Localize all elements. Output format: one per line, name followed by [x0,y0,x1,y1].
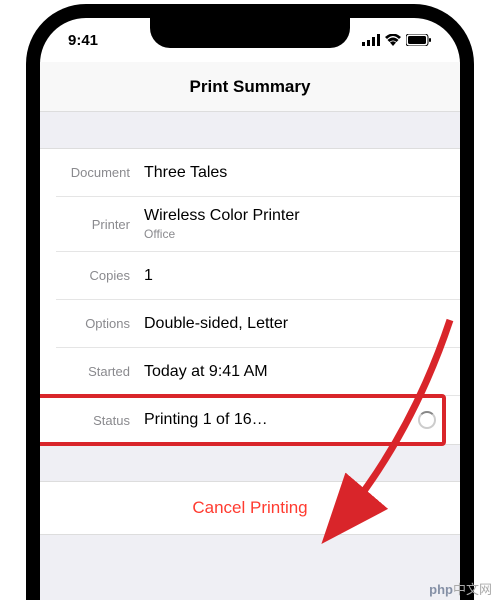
label-copies: Copies [56,268,144,283]
value-printer-wrap: Wireless Color Printer Office [144,207,300,241]
watermark: php中文网 [429,579,492,598]
content: Document Three Tales Printer Wireless Co… [40,112,460,600]
watermark-logo-icon: php [429,582,453,597]
page-title: Print Summary [190,77,311,97]
status-time: 9:41 [68,32,98,49]
notch [150,18,350,48]
label-options: Options [56,316,144,331]
status-indicators [362,34,432,46]
label-document: Document [56,165,144,180]
row-copies: Copies 1 [56,252,460,300]
label-status: Status [56,413,144,428]
spacer-2 [40,445,460,481]
header: Print Summary [40,62,460,112]
cancel-printing-button[interactable]: Cancel Printing [40,481,460,535]
phone-frame: 9:41 Print Summary Document Three Tales … [26,4,474,600]
summary-list: Document Three Tales Printer Wireless Co… [40,148,460,445]
loading-spinner-icon [418,411,436,429]
watermark-text: 中文网 [453,582,492,597]
value-document: Three Tales [144,164,444,182]
value-started: Today at 9:41 AM [144,363,444,381]
label-started: Started [56,364,144,379]
row-status: Status Printing 1 of 16… [40,396,460,444]
value-options: Double-sided, Letter [144,315,444,333]
row-document: Document Three Tales [56,149,460,197]
value-status: Printing 1 of 16… [144,411,418,429]
spacer [40,112,460,148]
row-printer: Printer Wireless Color Printer Office [56,197,460,252]
label-printer: Printer [56,217,144,232]
cellular-signal-icon [362,34,380,46]
row-options: Options Double-sided, Letter [56,300,460,348]
value-copies: 1 [144,267,444,285]
row-started: Started Today at 9:41 AM [56,348,460,396]
value-printer-sub: Office [144,227,300,241]
battery-icon [406,34,432,46]
wifi-icon [385,34,401,46]
value-printer: Wireless Color Printer [144,207,300,225]
